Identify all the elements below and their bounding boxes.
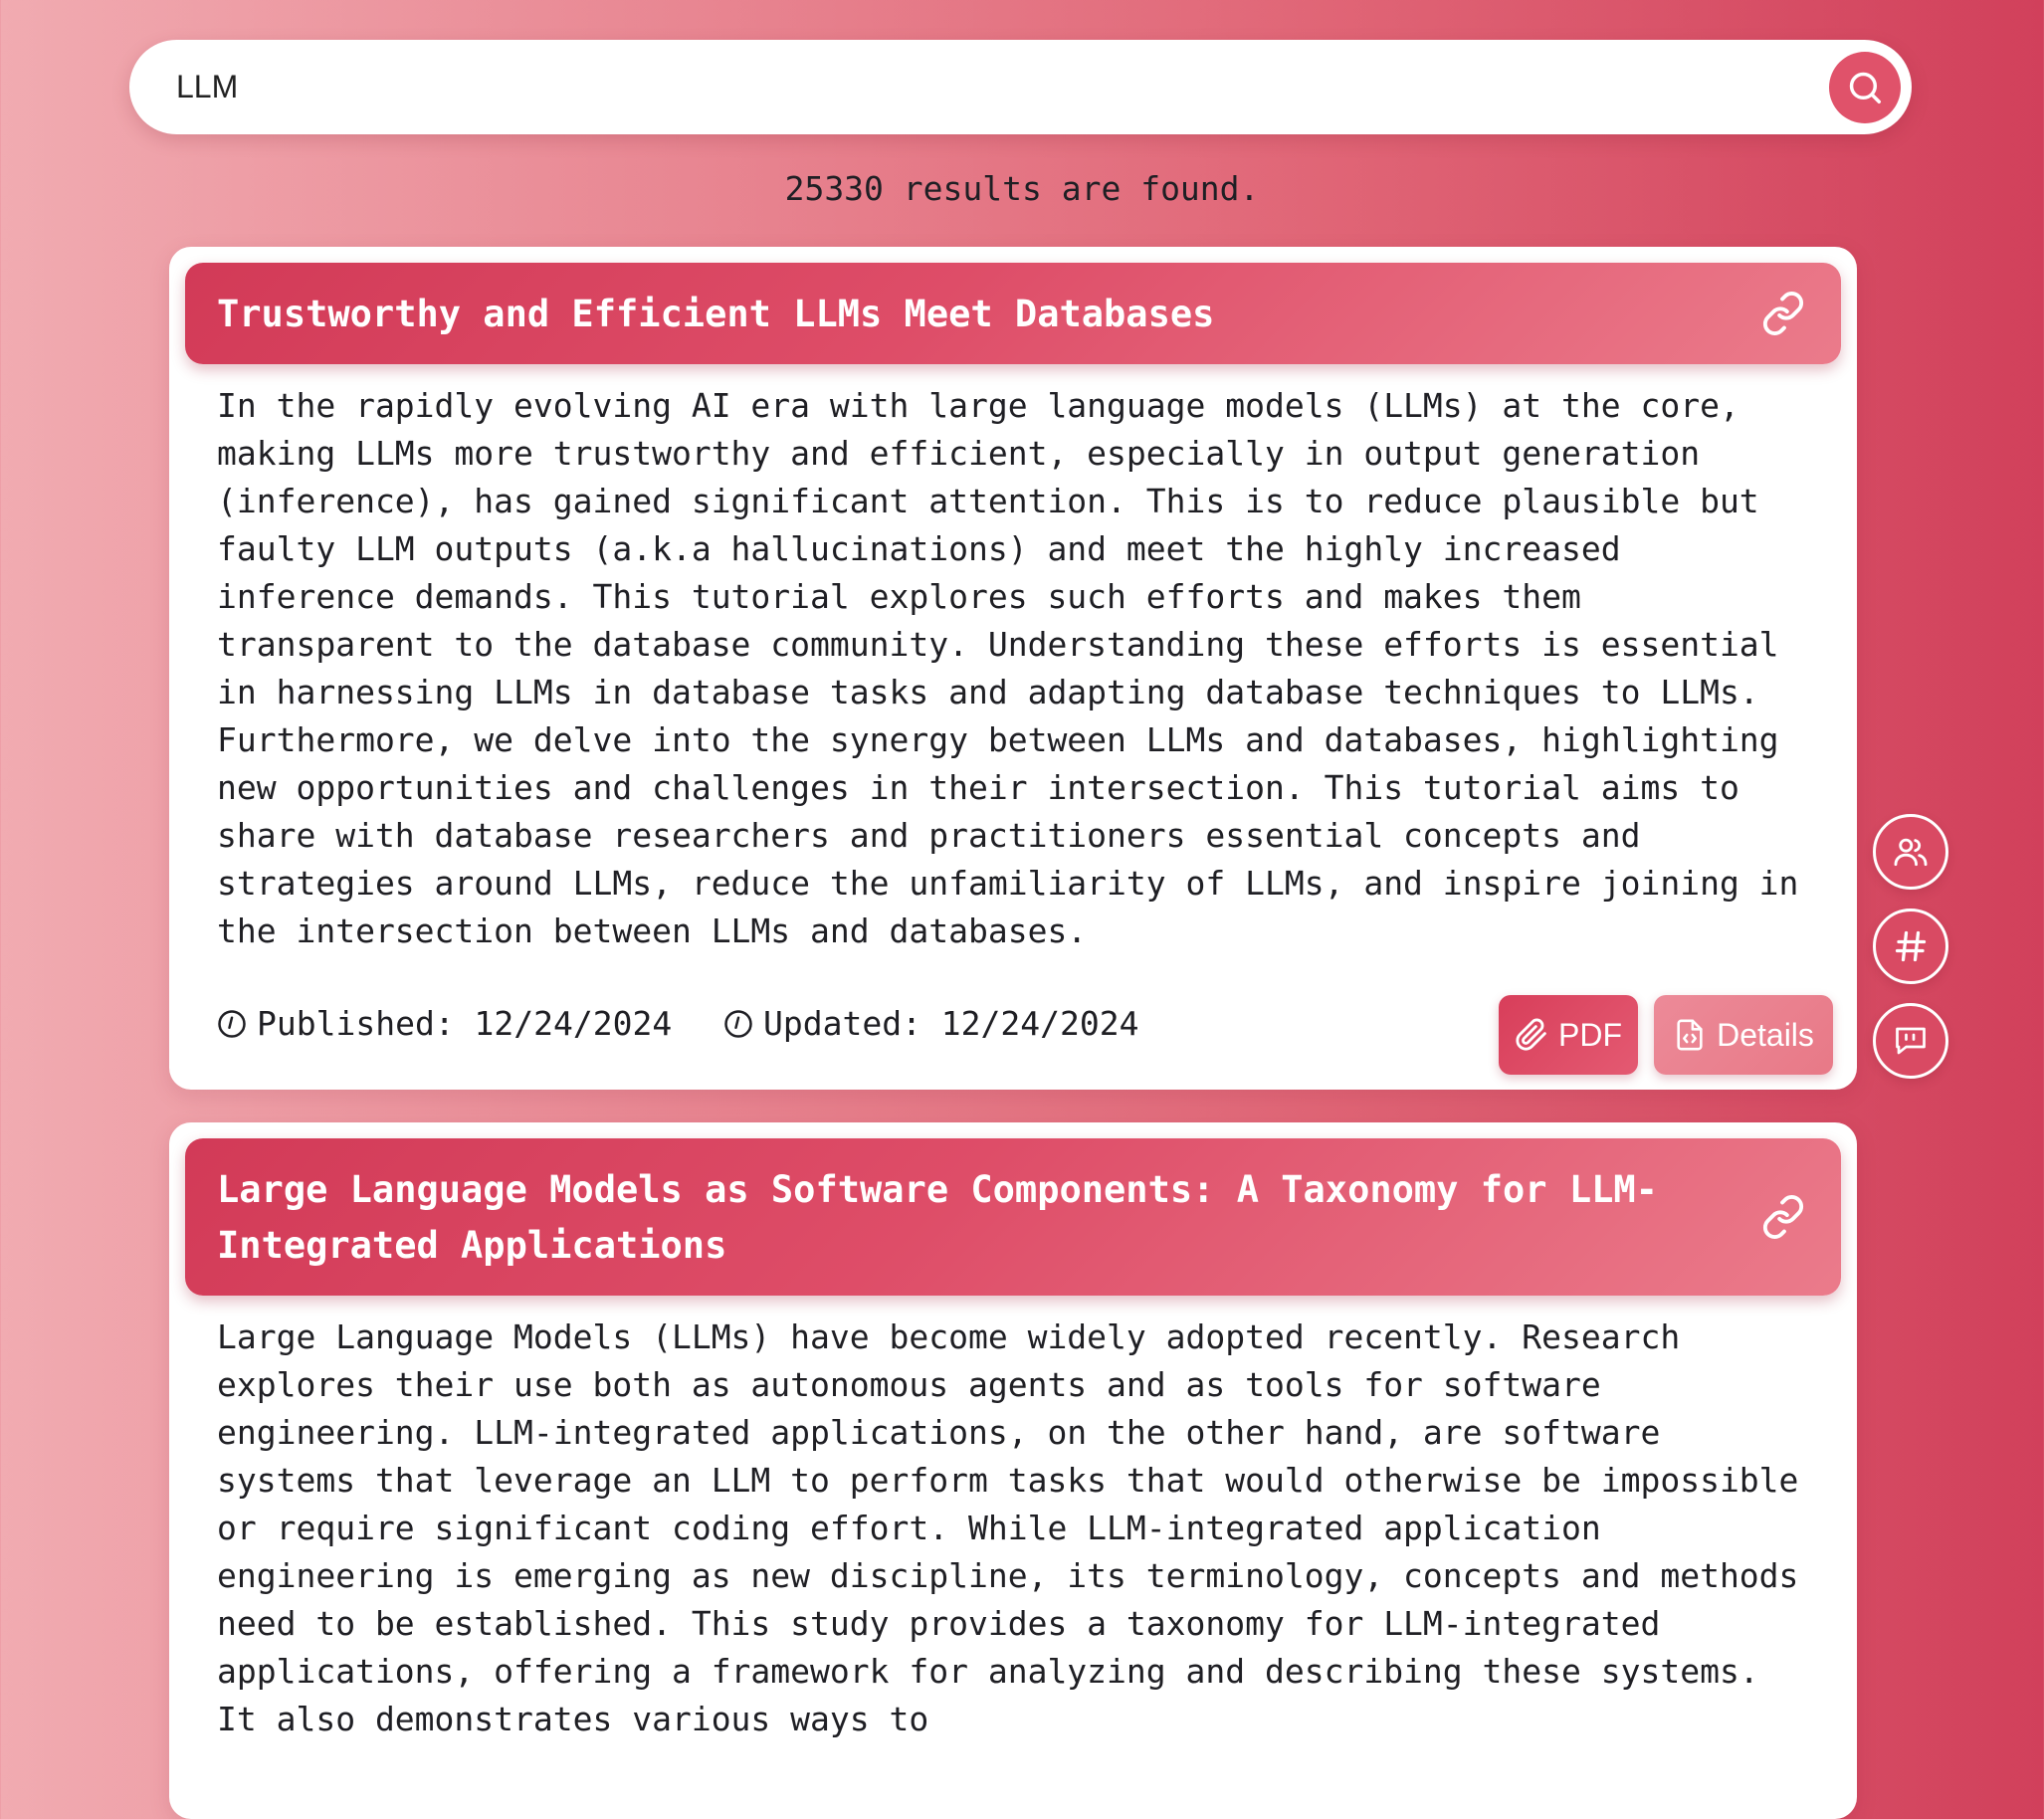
card-header: Large Language Models as Software Compon… bbox=[185, 1138, 1841, 1296]
comments-button[interactable] bbox=[1873, 1003, 1948, 1079]
search-icon bbox=[1849, 72, 1881, 103]
search-button[interactable] bbox=[1829, 52, 1901, 123]
pdf-button[interactable]: PDF bbox=[1499, 995, 1638, 1075]
details-label: Details bbox=[1717, 1016, 1814, 1053]
result-abstract: In the rapidly evolving AI era with larg… bbox=[217, 386, 1799, 950]
users-icon bbox=[1894, 838, 1928, 867]
card-header: Trustworthy and Efficient LLMs Meet Data… bbox=[185, 263, 1841, 364]
result-card: Trustworthy and Efficient LLMs Meet Data… bbox=[169, 247, 1857, 1090]
details-button[interactable]: Details bbox=[1654, 995, 1833, 1075]
link-icon bbox=[1762, 1195, 1804, 1239]
chat-quote-icon bbox=[1896, 1027, 1926, 1055]
result-abstract: Large Language Models (LLMs) have become… bbox=[217, 1317, 1799, 1738]
published-date: Published: 12/24/2024 bbox=[217, 1004, 672, 1043]
link-icon bbox=[1762, 292, 1804, 335]
card-footer: Published: 12/24/2024 Updated: 12/24/202… bbox=[169, 977, 1857, 1097]
link-button[interactable] bbox=[1757, 288, 1809, 339]
updated-date: Updated: 12/24/2024 bbox=[723, 1004, 1139, 1043]
authors-button[interactable] bbox=[1873, 814, 1948, 890]
pdf-label: PDF bbox=[1558, 1016, 1622, 1053]
result-title[interactable]: Large Language Models as Software Compon… bbox=[217, 1162, 1722, 1274]
paperclip-icon bbox=[1516, 1018, 1546, 1051]
search-bar bbox=[129, 40, 1912, 134]
result-card: Large Language Models as Software Compon… bbox=[169, 1122, 1857, 1819]
hashtag-icon bbox=[1895, 930, 1927, 962]
results-count: 25330 results are found. bbox=[784, 169, 1260, 208]
published-label: Published: 12/24/2024 bbox=[257, 1004, 673, 1043]
search-input[interactable] bbox=[176, 40, 1768, 134]
clock-icon bbox=[723, 1009, 753, 1039]
result-title[interactable]: Trustworthy and Efficient LLMs Meet Data… bbox=[217, 287, 1722, 342]
tags-button[interactable] bbox=[1873, 909, 1948, 984]
link-button[interactable] bbox=[1757, 1191, 1809, 1243]
clock-icon bbox=[217, 1009, 247, 1039]
file-code-icon bbox=[1677, 1019, 1703, 1051]
updated-label: Updated: 12/24/2024 bbox=[763, 1004, 1139, 1043]
